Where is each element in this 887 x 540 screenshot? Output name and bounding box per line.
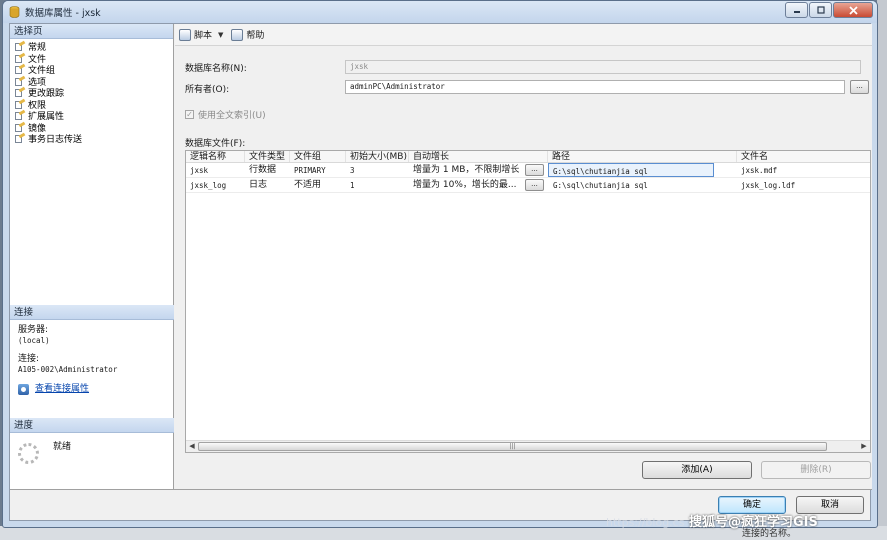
right-pane: 脚本 ▼ 帮助 数据库名称(N): jxsk 所有者(O): adminPC\A… bbox=[175, 24, 872, 489]
script-button[interactable]: 脚本 bbox=[179, 28, 212, 41]
window-title: 数据库属性 - jxsk bbox=[25, 8, 101, 19]
filegroup-cell[interactable]: PRIMARY bbox=[290, 163, 346, 177]
dialog-client-area: 选择页 常规 文件 文件组 选项 更改跟踪 权限 扩展属性 镜像 事务日志传送 … bbox=[9, 23, 872, 521]
maximize-icon bbox=[816, 6, 825, 14]
autogrowth-edit-button[interactable]: ... bbox=[525, 179, 544, 191]
column-header[interactable]: 文件类型 bbox=[245, 151, 290, 162]
column-header[interactable]: 自动增长 bbox=[409, 151, 548, 162]
autogrowth-cell: 增量为 1 MB，不限制增长 bbox=[413, 165, 520, 175]
fulltext-checkbox: ✓ bbox=[185, 110, 194, 119]
page-icon bbox=[15, 132, 26, 144]
file-type-cell[interactable]: 日志 bbox=[245, 178, 290, 192]
connection-properties-icon bbox=[18, 384, 29, 395]
watermark: https://blog.cs 搜狐号@疯狂学习GIS bbox=[606, 511, 818, 530]
close-icon bbox=[848, 5, 858, 15]
database-icon bbox=[9, 6, 20, 18]
column-header[interactable]: 初始大小(MB) bbox=[346, 151, 409, 162]
help-button[interactable]: 帮助 bbox=[231, 28, 264, 41]
column-header[interactable]: 路径 bbox=[548, 151, 737, 162]
filegroup-cell[interactable]: 不适用 bbox=[290, 178, 346, 192]
desktop-edge bbox=[877, 0, 887, 540]
page-icon bbox=[15, 40, 26, 52]
scroll-right-icon[interactable]: ▶ bbox=[858, 441, 870, 452]
page-item-label: 事务日志传送 bbox=[28, 135, 83, 146]
progress-spinner-icon bbox=[18, 443, 39, 464]
connection-label: 连接: bbox=[18, 354, 40, 364]
remove-button[interactable]: 删除(R) bbox=[761, 461, 871, 479]
file-name-cell[interactable]: jxsk.mdf bbox=[737, 163, 870, 177]
horizontal-scrollbar[interactable]: ◀ ||| ▶ bbox=[186, 440, 870, 452]
select-page-header: 选择页 bbox=[10, 24, 173, 39]
autogrowth-cell: 增量为 10%，增长的最... bbox=[413, 180, 517, 190]
column-header[interactable]: 文件组 bbox=[290, 151, 346, 162]
page-item-log-shipping[interactable]: 事务日志传送 bbox=[15, 132, 173, 146]
progress-status: 就绪 bbox=[53, 442, 72, 452]
database-files-grid: 逻辑名称 文件类型 文件组 初始大小(MB) 自动增长 路径 文件名 jxsk … bbox=[185, 150, 871, 453]
view-connection-link[interactable]: 查看连接属性 bbox=[35, 385, 89, 394]
server-value: (local) bbox=[18, 336, 50, 345]
connection-body: 服务器: (local) 连接: A105-002\Administrator … bbox=[10, 320, 174, 395]
database-properties-window: 数据库属性 - jxsk 选择页 常规 文件 文件组 选项 更改跟踪 权限 扩展… bbox=[2, 0, 878, 528]
table-row[interactable]: jxsk 行数据 PRIMARY 3 增量为 1 MB，不限制增长 ... G:… bbox=[186, 163, 870, 178]
maximize-button[interactable] bbox=[809, 2, 832, 18]
column-header[interactable]: 逻辑名称 bbox=[186, 151, 245, 162]
script-icon bbox=[179, 28, 191, 41]
toolbar: 脚本 ▼ 帮助 bbox=[175, 24, 872, 46]
page-list: 常规 文件 文件组 选项 更改跟踪 权限 扩展属性 镜像 事务日志传送 bbox=[10, 39, 173, 145]
db-name-label: 数据库名称(N): bbox=[185, 64, 247, 74]
minimize-button[interactable] bbox=[785, 2, 808, 18]
close-button[interactable] bbox=[833, 2, 873, 18]
connection-section: 连接 服务器: (local) 连接: A105-002\Administrat… bbox=[10, 305, 174, 395]
file-name-cell[interactable]: jxsk_log.ldf bbox=[737, 178, 870, 192]
scroll-thumb[interactable]: ||| bbox=[198, 442, 827, 451]
column-header[interactable]: 文件名 bbox=[737, 151, 870, 162]
page-icon bbox=[15, 52, 26, 63]
fulltext-label: 使用全文索引(U) bbox=[198, 111, 266, 121]
left-pane: 选择页 常规 文件 文件组 选项 更改跟踪 权限 扩展属性 镜像 事务日志传送 … bbox=[10, 24, 174, 489]
watermark-url: https://blog.cs bbox=[606, 516, 685, 529]
help-label: 帮助 bbox=[246, 31, 265, 41]
add-button[interactable]: 添加(A) bbox=[642, 461, 752, 479]
server-label: 服务器: bbox=[18, 325, 49, 335]
page-icon bbox=[15, 98, 26, 109]
help-icon bbox=[231, 28, 244, 41]
script-dropdown-arrow-icon[interactable]: ▼ bbox=[218, 31, 223, 39]
window-controls bbox=[785, 2, 873, 18]
db-name-field: jxsk bbox=[345, 60, 861, 74]
owner-field[interactable]: adminPC\Administrator bbox=[345, 80, 845, 94]
connection-header: 连接 bbox=[10, 305, 174, 320]
watermark-text: 搜狐号@疯狂学习GIS bbox=[689, 515, 818, 530]
scroll-left-icon[interactable]: ◀ bbox=[186, 441, 198, 452]
owner-label: 所有者(O): bbox=[185, 85, 230, 95]
grid-header: 逻辑名称 文件类型 文件组 初始大小(MB) 自动增长 路径 文件名 bbox=[186, 151, 870, 163]
path-cell[interactable]: G:\sql\chutianjia sql bbox=[549, 178, 715, 192]
logical-name-cell[interactable]: jxsk_log bbox=[186, 178, 245, 192]
progress-body: 就绪 bbox=[10, 433, 174, 464]
page-icon bbox=[15, 121, 26, 132]
initial-size-cell[interactable]: 3 bbox=[346, 163, 409, 177]
minimize-icon bbox=[793, 11, 800, 13]
table-row[interactable]: jxsk_log 日志 不适用 1 增量为 10%，增长的最... ... G:… bbox=[186, 178, 870, 193]
owner-browse-button[interactable]: ... bbox=[850, 80, 869, 94]
file-type-cell[interactable]: 行数据 bbox=[245, 163, 290, 177]
page-icon bbox=[15, 75, 26, 86]
script-label: 脚本 bbox=[194, 31, 213, 41]
autogrowth-edit-button[interactable]: ... bbox=[525, 164, 544, 176]
page-icon bbox=[15, 109, 26, 121]
footer-separator bbox=[10, 489, 872, 490]
progress-section: 进度 就绪 bbox=[10, 418, 174, 464]
page-icon bbox=[15, 86, 26, 98]
progress-header: 进度 bbox=[10, 418, 174, 433]
connection-value: A105-002\Administrator bbox=[18, 365, 118, 374]
database-files-label: 数据库文件(F): bbox=[185, 139, 246, 149]
page-icon bbox=[15, 63, 26, 75]
view-connection-properties[interactable]: 查看连接属性 bbox=[18, 384, 174, 395]
path-cell[interactable]: G:\sql\chutianjia sql bbox=[548, 163, 714, 177]
initial-size-cell[interactable]: 1 bbox=[346, 178, 409, 192]
title-bar[interactable]: 数据库属性 - jxsk bbox=[3, 1, 877, 23]
fulltext-index-row: ✓ 使用全文索引(U) bbox=[185, 108, 266, 121]
logical-name-cell[interactable]: jxsk bbox=[186, 163, 245, 177]
